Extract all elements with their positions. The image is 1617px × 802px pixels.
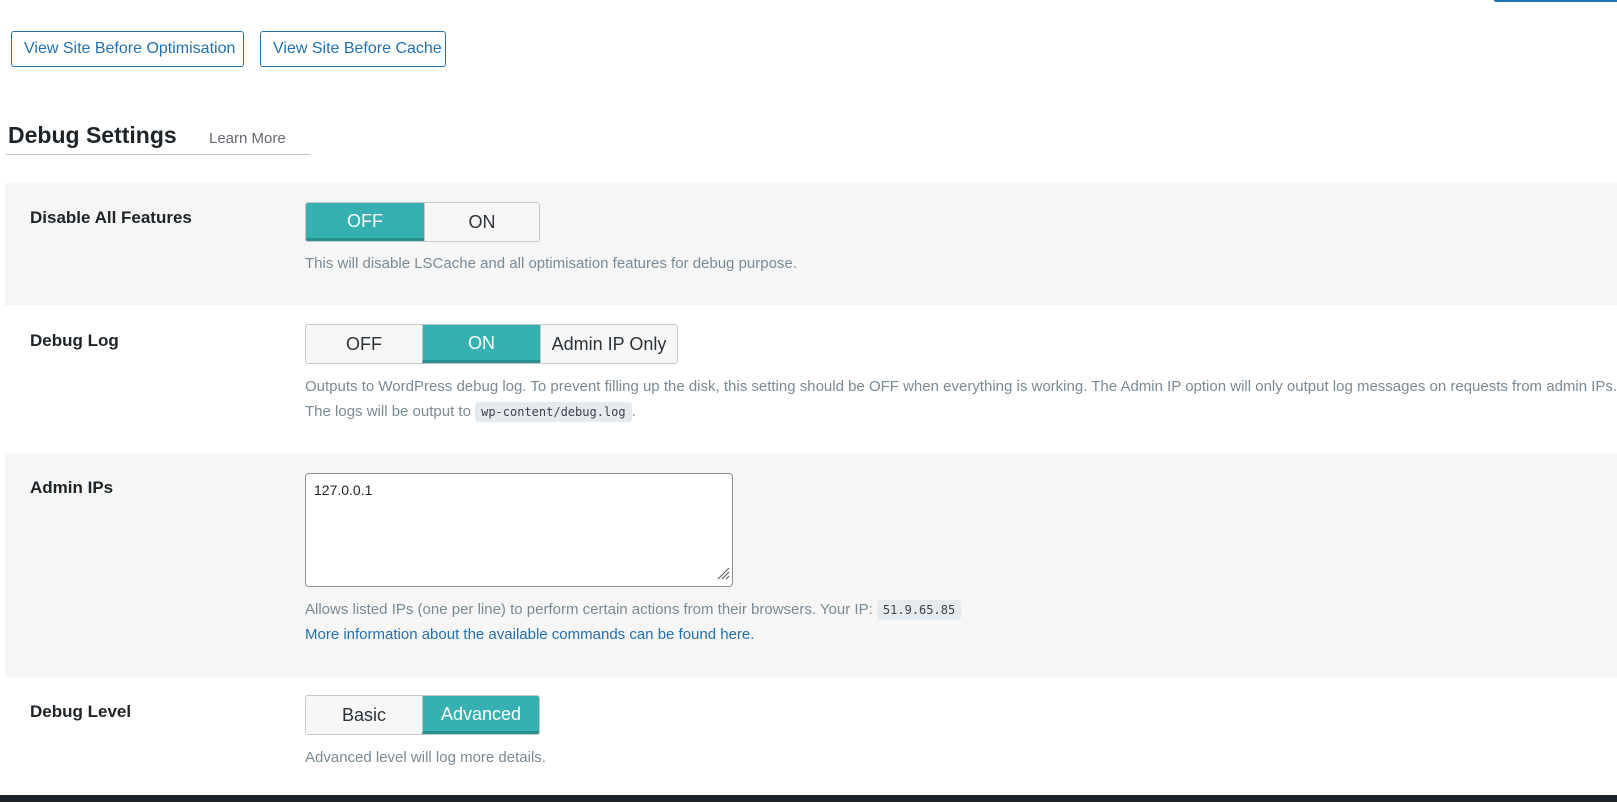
- setting-row-debug-level: Debug Level Basic Advanced Advanced leve…: [5, 677, 1617, 795]
- your-ip-code: 51.9.65.85: [876, 600, 962, 620]
- debug-log-on-option[interactable]: ON: [422, 325, 540, 363]
- setting-description-logs: The logs will be output to wp-content/de…: [305, 399, 636, 425]
- debug-level-advanced-option[interactable]: Advanced: [422, 696, 539, 734]
- more-info-link[interactable]: More information about the available com…: [305, 626, 754, 643]
- setting-label: Debug Level: [30, 702, 132, 721]
- setting-label: Disable All Features: [30, 208, 192, 227]
- setting-row-disable-all-features: Disable All Features OFF ON This will di…: [5, 183, 1617, 306]
- setting-description: Outputs to WordPress debug log. To preve…: [305, 378, 1617, 395]
- disable-all-features-toggle: OFF ON: [305, 202, 540, 242]
- section-header: Debug Settings Learn More: [6, 118, 310, 155]
- setting-description: Allows listed IPs (one per line) to perf…: [305, 597, 962, 623]
- top-accent-bar: [1494, 0, 1617, 2]
- disable-all-on-option[interactable]: ON: [424, 203, 539, 241]
- debug-log-off-option[interactable]: OFF: [306, 325, 422, 363]
- debug-log-toggle: OFF ON Admin IP Only: [305, 324, 678, 364]
- setting-row-admin-ips: Admin IPs 127.0.0.1 Allows listed IPs (o…: [5, 453, 1617, 677]
- bottom-taskbar-edge: [0, 795, 1617, 802]
- setting-row-debug-log: Debug Log OFF ON Admin IP Only Outputs t…: [5, 306, 1617, 453]
- log-output-suffix: .: [631, 403, 636, 420]
- setting-label: Debug Log: [30, 331, 119, 350]
- debug-settings-page: View Site Before Optimisation View Site …: [0, 0, 1617, 802]
- section-title: Debug Settings: [8, 122, 177, 148]
- setting-label: Admin IPs: [30, 478, 114, 497]
- setting-description: This will disable LSCache and all optimi…: [305, 255, 797, 272]
- log-path-code: wp-content/debug.log: [475, 402, 632, 422]
- more-info-row: More information about the available com…: [305, 622, 754, 647]
- setting-description: Advanced level will log more details.: [305, 749, 546, 766]
- admin-ips-description-text: Allows listed IPs (one per line) to perf…: [305, 601, 873, 618]
- learn-more-link[interactable]: Learn More: [209, 130, 286, 147]
- debug-level-basic-option[interactable]: Basic: [306, 696, 422, 734]
- view-site-before-optimisation-button[interactable]: View Site Before Optimisation: [11, 31, 244, 67]
- admin-ips-textarea[interactable]: 127.0.0.1: [305, 473, 733, 587]
- log-output-text: The logs will be output to: [305, 403, 471, 420]
- view-site-before-cache-button[interactable]: View Site Before Cache: [260, 31, 446, 67]
- debug-log-admin-ip-only-option[interactable]: Admin IP Only: [540, 325, 677, 363]
- debug-level-toggle: Basic Advanced: [305, 695, 540, 735]
- resize-handle-icon[interactable]: [716, 566, 730, 580]
- disable-all-off-option[interactable]: OFF: [306, 203, 424, 241]
